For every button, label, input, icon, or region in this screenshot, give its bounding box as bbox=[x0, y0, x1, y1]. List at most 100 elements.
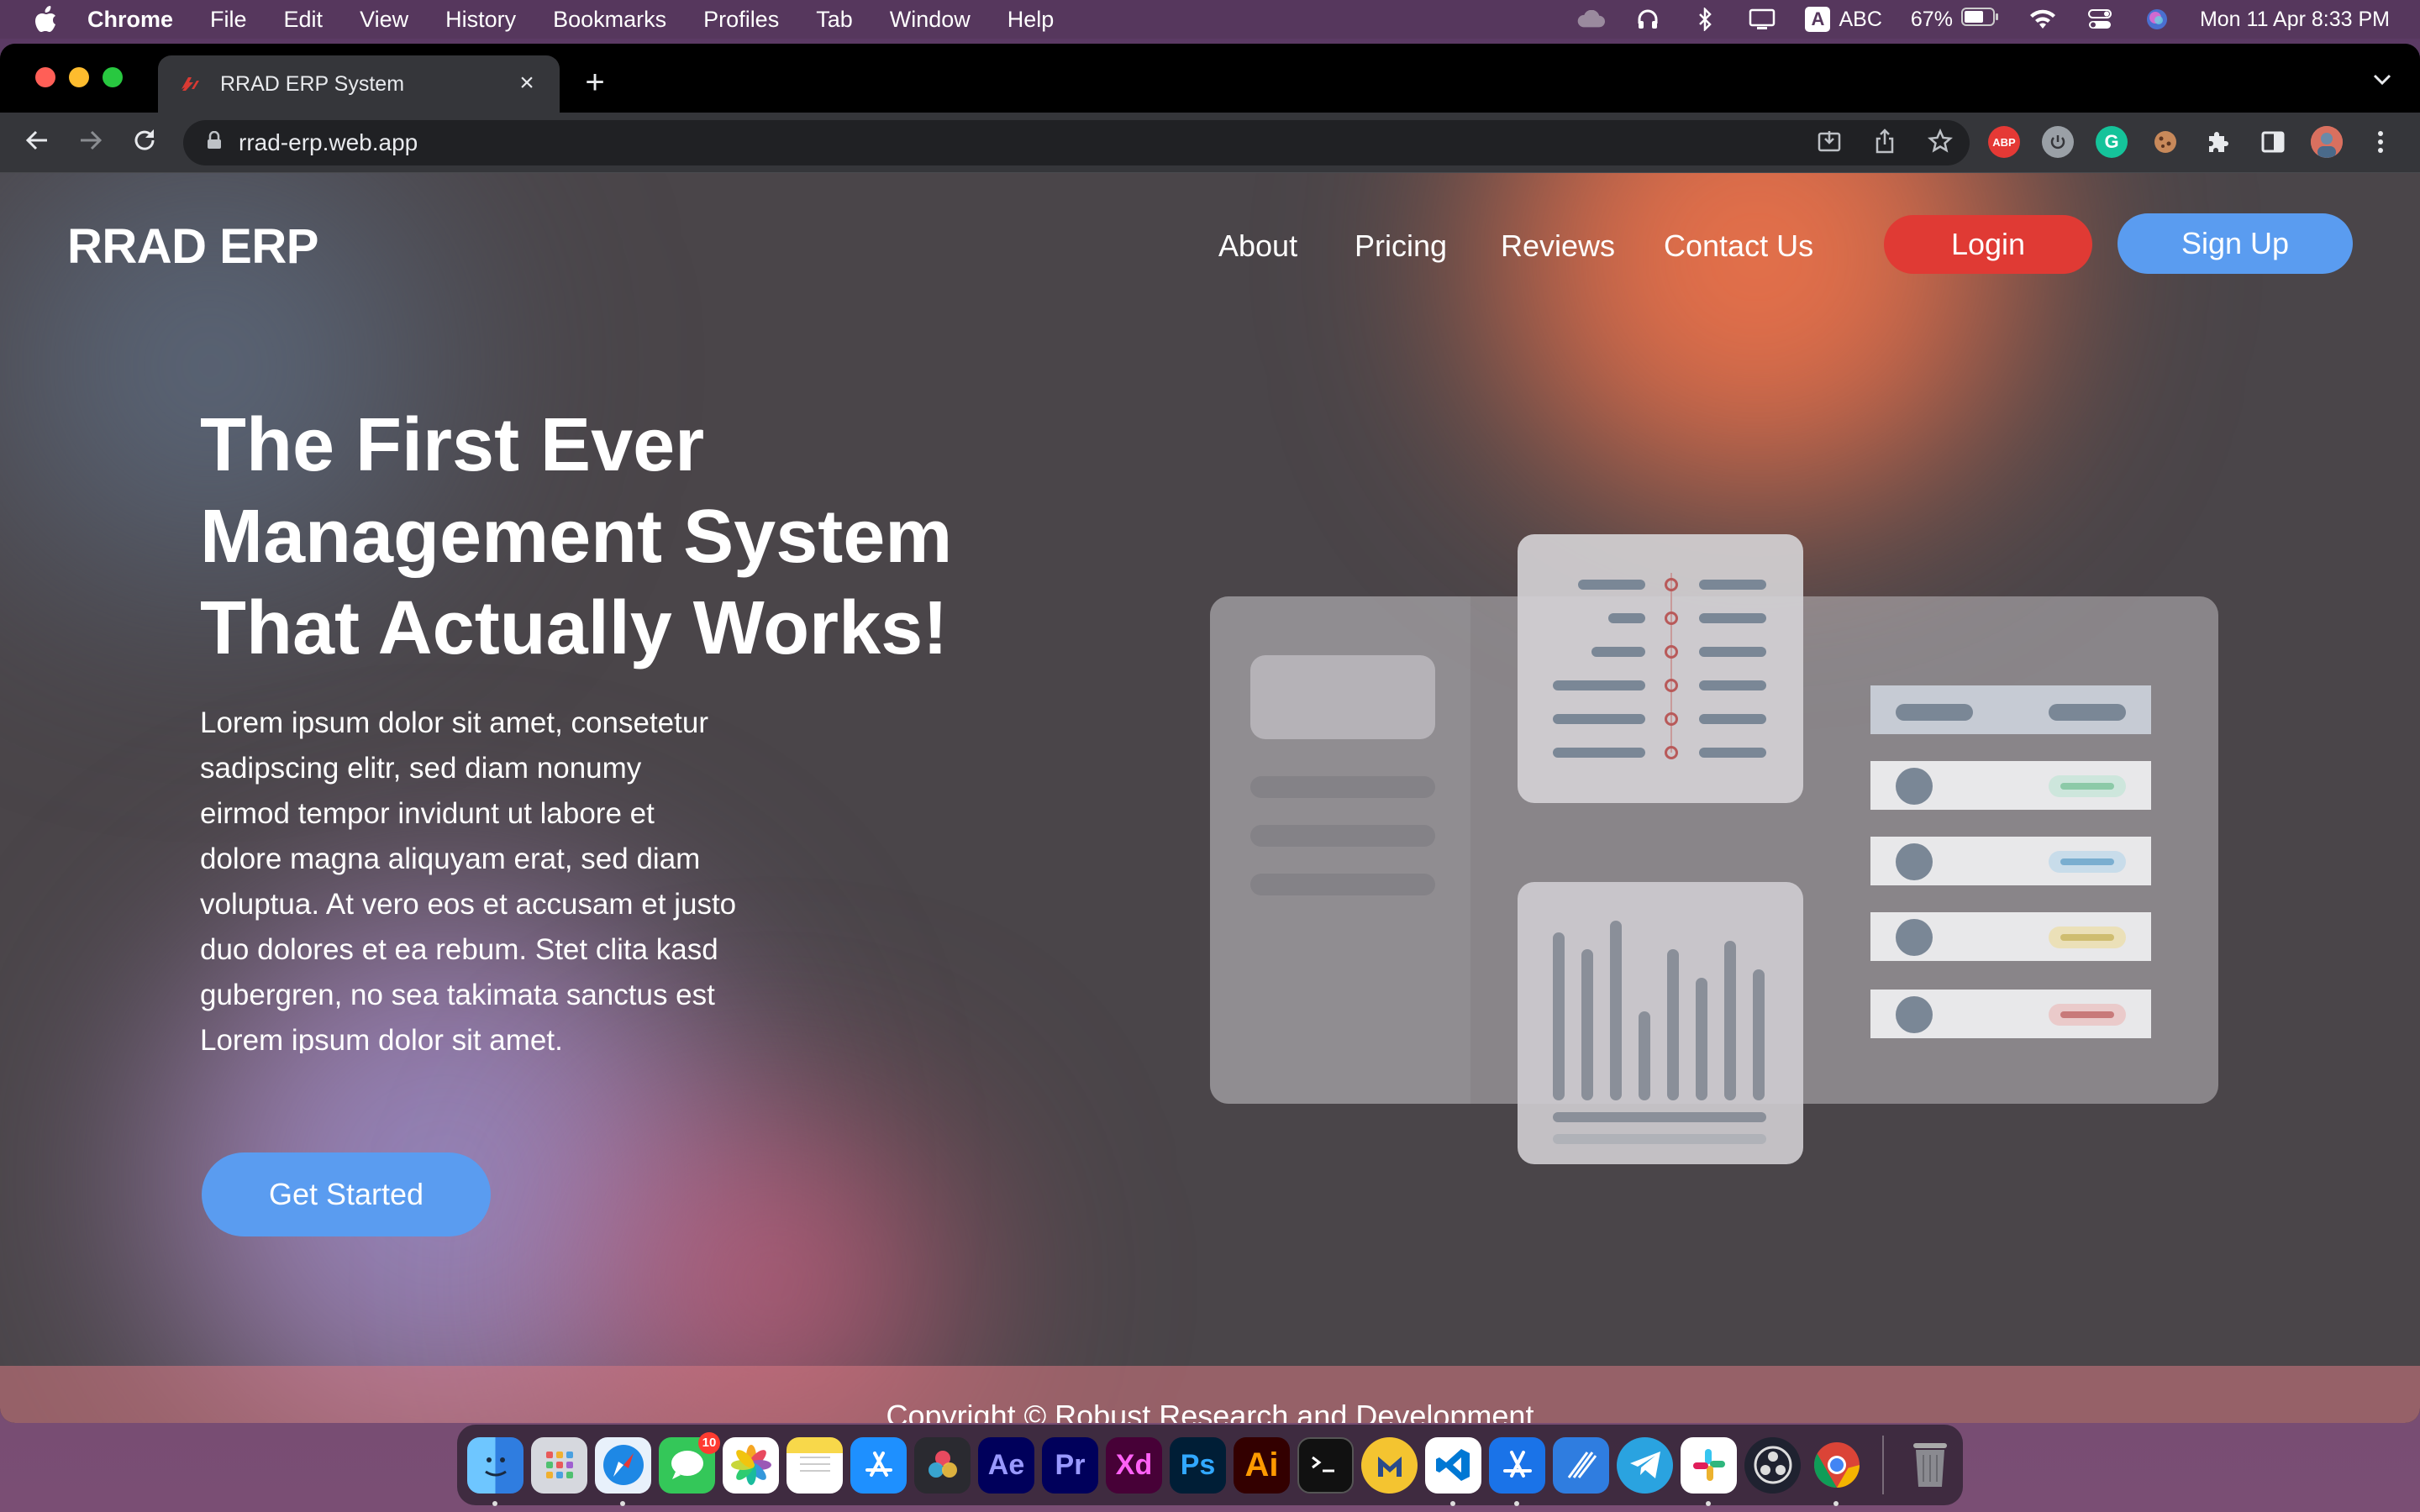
apple-menu-icon[interactable] bbox=[30, 4, 60, 34]
wifi-icon[interactable] bbox=[2028, 8, 2057, 30]
terminal-icon[interactable] bbox=[1297, 1436, 1354, 1494]
reload-icon[interactable] bbox=[129, 128, 160, 158]
zoom-window-button[interactable] bbox=[103, 67, 123, 87]
messages-icon[interactable]: 10 bbox=[659, 1431, 720, 1494]
obs-icon[interactable] bbox=[1744, 1436, 1801, 1494]
new-tab-button[interactable]: + bbox=[580, 66, 610, 99]
menu-app-name[interactable]: Chrome bbox=[87, 7, 173, 33]
address-bar[interactable]: rrad-erp.web.app bbox=[183, 120, 1970, 165]
close-window-button[interactable] bbox=[35, 67, 55, 87]
menu-view[interactable]: View bbox=[360, 7, 408, 33]
chart-bar bbox=[1753, 969, 1765, 1100]
nav-contact-us[interactable]: Contact Us bbox=[1664, 228, 1813, 264]
menu-window[interactable]: Window bbox=[890, 7, 971, 33]
site-navbar: RRAD ERP About Pricing Reviews Contact U… bbox=[0, 173, 2420, 316]
timeline-bar bbox=[1608, 613, 1645, 623]
timeline-bar bbox=[1699, 748, 1766, 758]
menu-history[interactable]: History bbox=[445, 7, 516, 33]
nav-pricing[interactable]: Pricing bbox=[1355, 228, 1447, 264]
grammarly-icon[interactable]: G bbox=[2096, 126, 2128, 158]
menu-tab[interactable]: Tab bbox=[816, 7, 853, 33]
notes-icon[interactable] bbox=[786, 1436, 843, 1494]
share-icon[interactable] bbox=[1870, 129, 1899, 157]
nav-about[interactable]: About bbox=[1218, 228, 1297, 264]
clock[interactable]: Mon 11 Apr 8:33 PM bbox=[2200, 8, 2390, 32]
timeline-bar bbox=[1553, 714, 1645, 724]
chrome-menu-icon[interactable] bbox=[2365, 126, 2396, 158]
timeline-dot bbox=[1665, 746, 1678, 759]
illustration-sidebar bbox=[1210, 596, 1470, 1104]
illustration-status-pill bbox=[2049, 1004, 2126, 1026]
premiere-pro-icon[interactable]: Pr bbox=[1042, 1436, 1098, 1494]
tab-search-icon[interactable] bbox=[2370, 69, 2395, 94]
illustrator-icon[interactable]: Ai bbox=[1234, 1436, 1290, 1494]
active-tab[interactable]: RRAD ERP System × bbox=[158, 55, 560, 113]
illustration-table-row bbox=[1870, 990, 2151, 1038]
login-button[interactable]: Login bbox=[1884, 215, 2092, 274]
cloud-icon[interactable] bbox=[1576, 8, 1606, 30]
install-app-icon[interactable] bbox=[1815, 129, 1844, 157]
cookie-icon[interactable] bbox=[2149, 126, 2181, 158]
after-effects-icon[interactable]: Ae bbox=[978, 1436, 1034, 1494]
timeline-bar bbox=[1699, 613, 1766, 623]
telegram-icon[interactable] bbox=[1617, 1436, 1673, 1494]
timeline-dot bbox=[1665, 612, 1678, 625]
app-store-icon[interactable] bbox=[850, 1436, 907, 1494]
illustration-status-pill bbox=[2049, 775, 2126, 797]
headphones-icon[interactable] bbox=[1634, 8, 1662, 30]
menu-profiles[interactable]: Profiles bbox=[703, 7, 779, 33]
finder-icon[interactable] bbox=[467, 1436, 523, 1506]
get-started-button[interactable]: Get Started bbox=[202, 1152, 491, 1236]
input-source[interactable]: A ABC bbox=[1805, 7, 1882, 32]
trash-icon[interactable] bbox=[1902, 1437, 1958, 1494]
illustration-status-pill bbox=[2049, 851, 2126, 873]
chart-bar bbox=[1610, 921, 1622, 1100]
chart-bar bbox=[1553, 932, 1565, 1100]
illustration-line bbox=[1250, 874, 1435, 895]
slack-icon[interactable] bbox=[1681, 1436, 1737, 1506]
timeline-dot bbox=[1665, 578, 1678, 591]
browser-toolbar: rrad-erp.web.app ABP G bbox=[0, 113, 2420, 173]
vscode-icon[interactable] bbox=[1425, 1436, 1481, 1506]
bookmark-star-icon[interactable] bbox=[1926, 128, 1954, 157]
illustration-line bbox=[1250, 776, 1435, 798]
profile-avatar[interactable] bbox=[2311, 126, 2343, 158]
mimestream-icon[interactable] bbox=[1361, 1436, 1418, 1494]
back-icon[interactable] bbox=[22, 128, 52, 158]
photos-icon[interactable] bbox=[723, 1436, 779, 1494]
menu-help[interactable]: Help bbox=[1007, 7, 1055, 33]
side-panel-icon[interactable] bbox=[2257, 126, 2289, 158]
nav-reviews[interactable]: Reviews bbox=[1501, 228, 1615, 264]
menu-edit[interactable]: Edit bbox=[284, 7, 324, 33]
power-extension-icon[interactable] bbox=[2042, 126, 2074, 158]
site-logo[interactable]: RRAD ERP bbox=[67, 218, 318, 275]
xcode-icon[interactable] bbox=[1489, 1436, 1545, 1506]
input-source-icon: A bbox=[1805, 7, 1831, 32]
hero-title-line: That Actually Works! bbox=[200, 586, 949, 670]
minimize-window-button[interactable] bbox=[69, 67, 89, 87]
adobe-xd-icon[interactable]: Xd bbox=[1106, 1436, 1162, 1494]
lock-icon[interactable] bbox=[202, 130, 227, 155]
illustration-status-pill bbox=[2049, 927, 2126, 948]
display-icon[interactable] bbox=[1748, 8, 1776, 30]
timeline-dot bbox=[1665, 679, 1678, 692]
extensions-puzzle-icon[interactable] bbox=[2203, 126, 2235, 158]
adblock-icon[interactable]: ABP bbox=[1988, 126, 2020, 158]
close-tab-icon[interactable]: × bbox=[514, 71, 539, 96]
control-center-icon[interactable] bbox=[2086, 8, 2114, 30]
signup-button[interactable]: Sign Up bbox=[2118, 213, 2353, 274]
battery-status[interactable]: 67% bbox=[1911, 7, 2000, 33]
forward-icon[interactable] bbox=[76, 128, 106, 158]
davinci-resolve-icon[interactable] bbox=[914, 1436, 971, 1494]
menu-file[interactable]: File bbox=[210, 7, 247, 33]
safari-icon[interactable] bbox=[595, 1436, 651, 1506]
illustration-table-header bbox=[1870, 685, 2151, 734]
menu-bookmarks[interactable]: Bookmarks bbox=[553, 7, 666, 33]
chrome-icon[interactable] bbox=[1808, 1437, 1865, 1506]
desktop: Chrome File Edit View History Bookmarks … bbox=[0, 0, 2420, 1512]
photoshop-icon[interactable]: Ps bbox=[1170, 1436, 1226, 1494]
siri-icon[interactable] bbox=[2143, 8, 2171, 30]
instruments-icon[interactable] bbox=[1553, 1436, 1609, 1494]
bluetooth-icon[interactable] bbox=[1691, 8, 1719, 31]
launchpad-icon[interactable] bbox=[531, 1436, 587, 1494]
